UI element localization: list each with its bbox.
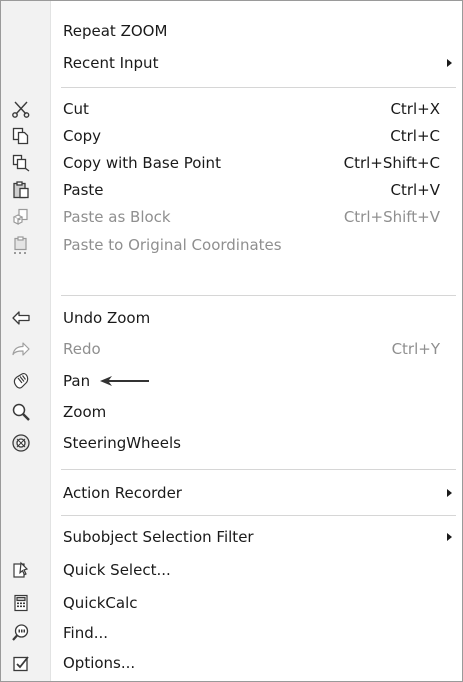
paste-coordinates-icon: [11, 235, 31, 255]
menu-item-label: Action Recorder: [63, 484, 182, 502]
paste-block-icon: [11, 207, 31, 227]
menu-item-label: Copy: [63, 127, 102, 145]
context-menu: Repeat ZOOM Recent Input Cut Ctrl+X Copy…: [0, 0, 463, 682]
menu-item-label: Undo Zoom: [63, 309, 151, 327]
scissors-icon: [11, 99, 31, 119]
menu-item-undo-zoom[interactable]: Undo Zoom: [1, 304, 462, 332]
menu-item-quick-select[interactable]: Quick Select...: [1, 556, 462, 584]
menu-item-paste-original-coordinates[interactable]: Paste to Original Coordinates: [1, 231, 462, 259]
menu-item-shortcut: Ctrl+Y: [391, 340, 440, 358]
copy-icon: [11, 126, 31, 146]
menu-item-shortcut: Ctrl+Shift+C: [343, 154, 440, 172]
paste-icon: [11, 180, 31, 200]
redo-icon: [11, 339, 31, 359]
menu-item-shortcut: Ctrl+Shift+V: [343, 208, 440, 226]
menu-item-label: Options...: [63, 654, 136, 672]
menu-item-pan[interactable]: Pan: [1, 367, 462, 395]
menu-item-label: Copy with Base Point: [63, 154, 221, 172]
menu-item-label: QuickCalc: [63, 594, 138, 612]
menu-item-cut[interactable]: Cut Ctrl+X: [1, 95, 462, 123]
menu-item-redo[interactable]: Redo Ctrl+Y: [1, 335, 462, 363]
menu-item-label: Paste to Original Coordinates: [63, 236, 282, 254]
menu-item-repeat-zoom[interactable]: Repeat ZOOM: [1, 17, 462, 45]
calculator-icon: [11, 593, 31, 613]
menu-item-copy[interactable]: Copy Ctrl+C: [1, 122, 462, 150]
menu-item-subobject-selection-filter[interactable]: Subobject Selection Filter: [1, 523, 462, 551]
menu-separator: [61, 295, 456, 296]
quick-select-icon: [11, 560, 31, 580]
menu-item-label: Pan: [63, 372, 91, 390]
menu-item-find[interactable]: Find...: [1, 619, 462, 647]
menu-item-options[interactable]: Options...: [1, 649, 462, 677]
menu-item-label: SteeringWheels: [63, 434, 182, 452]
menu-item-shortcut: Ctrl+C: [390, 127, 440, 145]
menu-item-shortcut: Ctrl+V: [390, 181, 440, 199]
menu-item-recent-input[interactable]: Recent Input: [1, 49, 462, 77]
menu-item-steeringwheels[interactable]: SteeringWheels: [1, 429, 462, 457]
menu-item-copy-with-base-point[interactable]: Copy with Base Point Ctrl+Shift+C: [1, 149, 462, 177]
menu-item-shortcut: Ctrl+X: [390, 100, 440, 118]
menu-separator: [61, 87, 456, 88]
copy-base-point-icon: [11, 153, 31, 173]
menu-item-label: Find...: [63, 624, 109, 642]
undo-icon: [11, 308, 31, 328]
menu-item-paste[interactable]: Paste Ctrl+V: [1, 176, 462, 204]
menu-item-label: Zoom: [63, 403, 107, 421]
submenu-arrow-icon: [447, 489, 452, 497]
menu-item-quickcalc[interactable]: QuickCalc: [1, 589, 462, 617]
menu-item-label: Recent Input: [63, 54, 159, 72]
menu-item-label: Subobject Selection Filter: [63, 528, 254, 546]
menu-item-zoom[interactable]: Zoom: [1, 398, 462, 426]
menu-separator: [61, 469, 456, 470]
options-checkbox-icon: [11, 653, 31, 673]
steering-wheel-icon: [11, 433, 31, 453]
menu-item-label: Cut: [63, 100, 89, 118]
pan-hand-icon: [11, 371, 31, 391]
annotation-arrow-icon: [100, 376, 149, 386]
menu-item-label: Redo: [63, 340, 101, 358]
menu-item-label: Paste as Block: [63, 208, 171, 226]
submenu-arrow-icon: [447, 59, 452, 67]
menu-item-label: Repeat ZOOM: [63, 22, 168, 40]
menu-item-label: Paste: [63, 181, 104, 199]
menu-separator: [61, 515, 456, 516]
magnifier-icon: [11, 402, 31, 422]
find-text-icon: [11, 623, 31, 643]
submenu-arrow-icon: [447, 533, 452, 541]
menu-item-label: Quick Select...: [63, 561, 171, 579]
menu-item-action-recorder[interactable]: Action Recorder: [1, 479, 462, 507]
menu-item-paste-as-block[interactable]: Paste as Block Ctrl+Shift+V: [1, 203, 462, 231]
